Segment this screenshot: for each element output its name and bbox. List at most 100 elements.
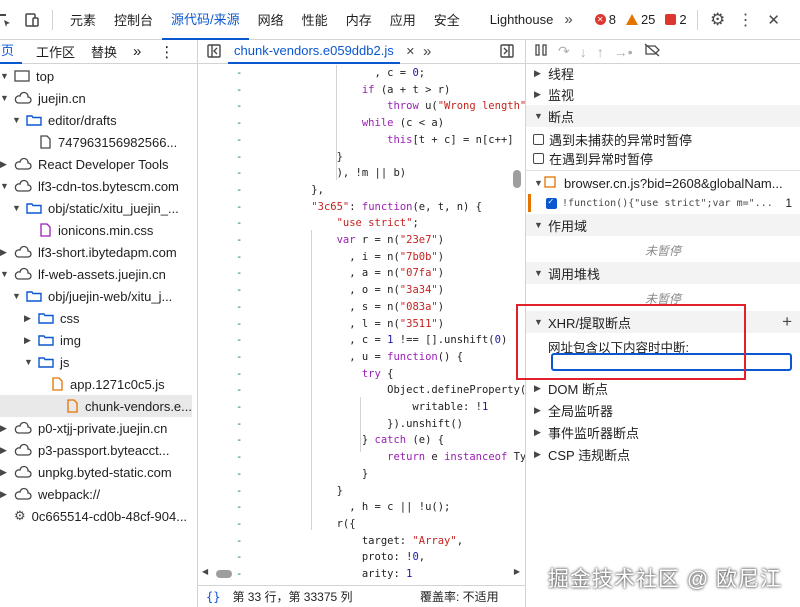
tree-item[interactable]: chunk-vendors.e... [0,395,192,417]
section-dom-breakpoints[interactable]: ▶ DOM 断点 [526,377,800,399]
issues-count[interactable]: 2 [665,12,687,27]
tree-item[interactable]: ▼ obj/static/xitu_juejin_... [12,197,179,219]
chevron-right-icon[interactable]: ▶ [0,445,10,456]
chevron-right-icon[interactable]: ▶ [24,313,34,324]
tab-performance[interactable]: 性能 [293,0,337,40]
code-line[interactable]: - try { [198,366,518,383]
code-line[interactable]: - , c = 1 !== [].unshift(0) [198,332,518,349]
pause-caught-option[interactable]: 在遇到异常时暂停 [526,147,800,169]
code-line[interactable]: - , c = 0; [198,65,518,82]
warning-count[interactable]: 25 [625,12,655,27]
toggle-navigator-icon[interactable] [206,43,222,62]
tab-sources[interactable]: 源代码/来源 [162,0,249,40]
more-tabs-icon[interactable]: » [423,43,431,60]
code-line[interactable]: - , u = function() { [198,349,518,366]
code-line[interactable]: - proto: !0, [198,549,518,566]
code-line[interactable]: - var r = n("23e7") [198,232,518,249]
code-line[interactable]: - , o = n("3a34") [198,282,518,299]
section-breakpoints[interactable]: ▼ 断点 [526,105,800,127]
tree-item[interactable]: ▶ css [24,307,80,329]
section-threads[interactable]: ▶ 线程 [526,62,800,84]
toggle-debugger-icon[interactable] [499,43,515,62]
section-csp-breakpoints[interactable]: ▶ CSP 违规断点 [526,443,800,465]
code-line[interactable]: - ), !m || b) [198,165,518,182]
section-scope[interactable]: ▼ 作用域 [526,214,800,236]
tree-item[interactable]: ▼ lf-web-assets.juejin.cn [0,263,166,285]
code-line[interactable]: - , l = n("3511") [198,316,518,333]
more-tabs-icon[interactable]: » [564,11,572,28]
editor-file-tab[interactable]: chunk-vendors.e059ddb2.js [228,40,400,64]
chevron-right-icon[interactable]: ▶ [0,247,10,258]
tree-item[interactable]: ▶ img [24,329,81,351]
chevron-down-icon[interactable]: ▼ [0,71,10,81]
code-line[interactable]: - , a = n("07fa") [198,265,518,282]
code-content[interactable]: - , c = 0; - if (a + t > r) - throw u("Wro… [198,65,525,585]
scroll-right-icon[interactable]: ▶ [514,567,520,576]
code-line[interactable]: - } [198,466,518,483]
tree-item[interactable]: ▶ webpack:// [0,483,100,505]
chevron-right-icon[interactable]: ▶ [0,159,10,170]
pretty-print-icon[interactable]: {} [206,590,220,604]
code-line[interactable]: - while (c < a) [198,115,518,132]
kebab-menu-icon[interactable]: ⋮ [149,43,182,61]
code-line[interactable]: - writable: !1 [198,399,518,416]
code-line[interactable]: - throw u("Wrong length"); [198,98,525,115]
step-into-icon[interactable]: ↓ [580,44,587,60]
code-line[interactable]: - if (a + t > r) [198,82,518,99]
step-over-icon[interactable]: ↷ [558,43,570,60]
tree-item[interactable]: ▼ obj/juejin-web/xitu_j... [12,285,172,307]
code-line[interactable]: - }).unshift() [198,416,518,433]
tree-item[interactable]: ▶ p0-xtjj-private.juejin.cn [0,417,167,439]
code-line[interactable]: - } [198,483,518,500]
error-count[interactable]: ✕ 8 [594,12,616,27]
tree-item[interactable]: ▼ top [0,65,54,87]
tab-page[interactable]: 网页 [0,40,23,64]
kebab-menu-icon[interactable]: ⋮ [736,10,756,30]
coverage-label[interactable]: 覆盖率: 不适用 [420,588,499,605]
vertical-scrollbar[interactable] [513,170,521,188]
tab-overrides[interactable]: 替换 [83,42,125,61]
tree-item[interactable]: ionicons.min.css [24,219,153,241]
breakpoint-entry[interactable]: !function(){"use strict";var m="... 1 [526,192,800,214]
code-line[interactable]: - , h = c || !u(); [198,499,518,516]
code-line[interactable]: - "3c65": function(e, t, n) { [198,199,518,216]
code-line[interactable]: - this[t + c] = n[c++] [198,132,518,149]
code-line[interactable]: - } catch (e) { [198,432,518,449]
tab-workspace[interactable]: 工作区 [22,42,83,61]
code-line[interactable]: - r({ [198,516,518,533]
tab-memory[interactable]: 内存 [337,0,381,40]
close-tab-icon[interactable]: ✕ [406,45,415,58]
tree-item[interactable]: ▶ p3-passport.byteacct... [0,439,170,461]
tree-item[interactable]: app.1271c0c5.js [36,373,165,395]
chevron-right-icon[interactable]: ▶ [24,335,34,346]
tree-item[interactable]: ▶ lf3-short.ibytedapm.com [0,241,177,263]
section-watch[interactable]: ▶ 监视 [526,83,800,105]
code-line[interactable]: - } [198,149,518,166]
tab-console[interactable]: 控制台 [105,0,162,40]
code-line[interactable]: - "use strict"; [198,215,518,232]
code-line[interactable]: - , s = n("083a") [198,299,518,316]
section-event-listener-breakpoints[interactable]: ▶ 事件监听器断点 [526,421,800,443]
deactivate-breakpoints-icon[interactable] [643,43,661,60]
step-out-icon[interactable]: ↑ [597,44,604,60]
chevron-down-icon[interactable]: ▼ [12,203,22,213]
tree-item[interactable]: ⚙ 0c665514-cd0b-48cf-904... [0,505,187,527]
code-line[interactable]: - return e instanceof TypeE [198,449,525,466]
chevron-down-icon[interactable]: ▼ [0,181,10,191]
tree-item[interactable]: ▶ React Developer Tools [0,153,169,175]
chevron-down-icon[interactable]: ▼ [0,93,10,103]
section-call-stack[interactable]: ▼ 调用堆栈 [526,262,800,284]
tree-item[interactable]: ▼ juejin.cn [0,87,86,109]
inspect-element-icon[interactable] [0,10,14,30]
code-line[interactable]: - Object.defineProperty([], [198,382,525,399]
tree-item[interactable]: ▼ lf3-cdn-tos.bytescm.com [0,175,179,197]
tab-application[interactable]: 应用 [381,0,425,40]
chevron-down-icon[interactable]: ▼ [12,291,22,301]
more-tabs-icon[interactable]: » [125,43,149,60]
pause-icon[interactable] [534,43,548,60]
gear-icon[interactable]: ⚙ [708,10,728,30]
horizontal-scrollbar-track[interactable]: ◀ ▶ [198,567,525,581]
code-line[interactable]: - }, [198,182,518,199]
close-icon[interactable]: ✕ [764,10,784,30]
chevron-right-icon[interactable]: ▶ [0,489,10,500]
